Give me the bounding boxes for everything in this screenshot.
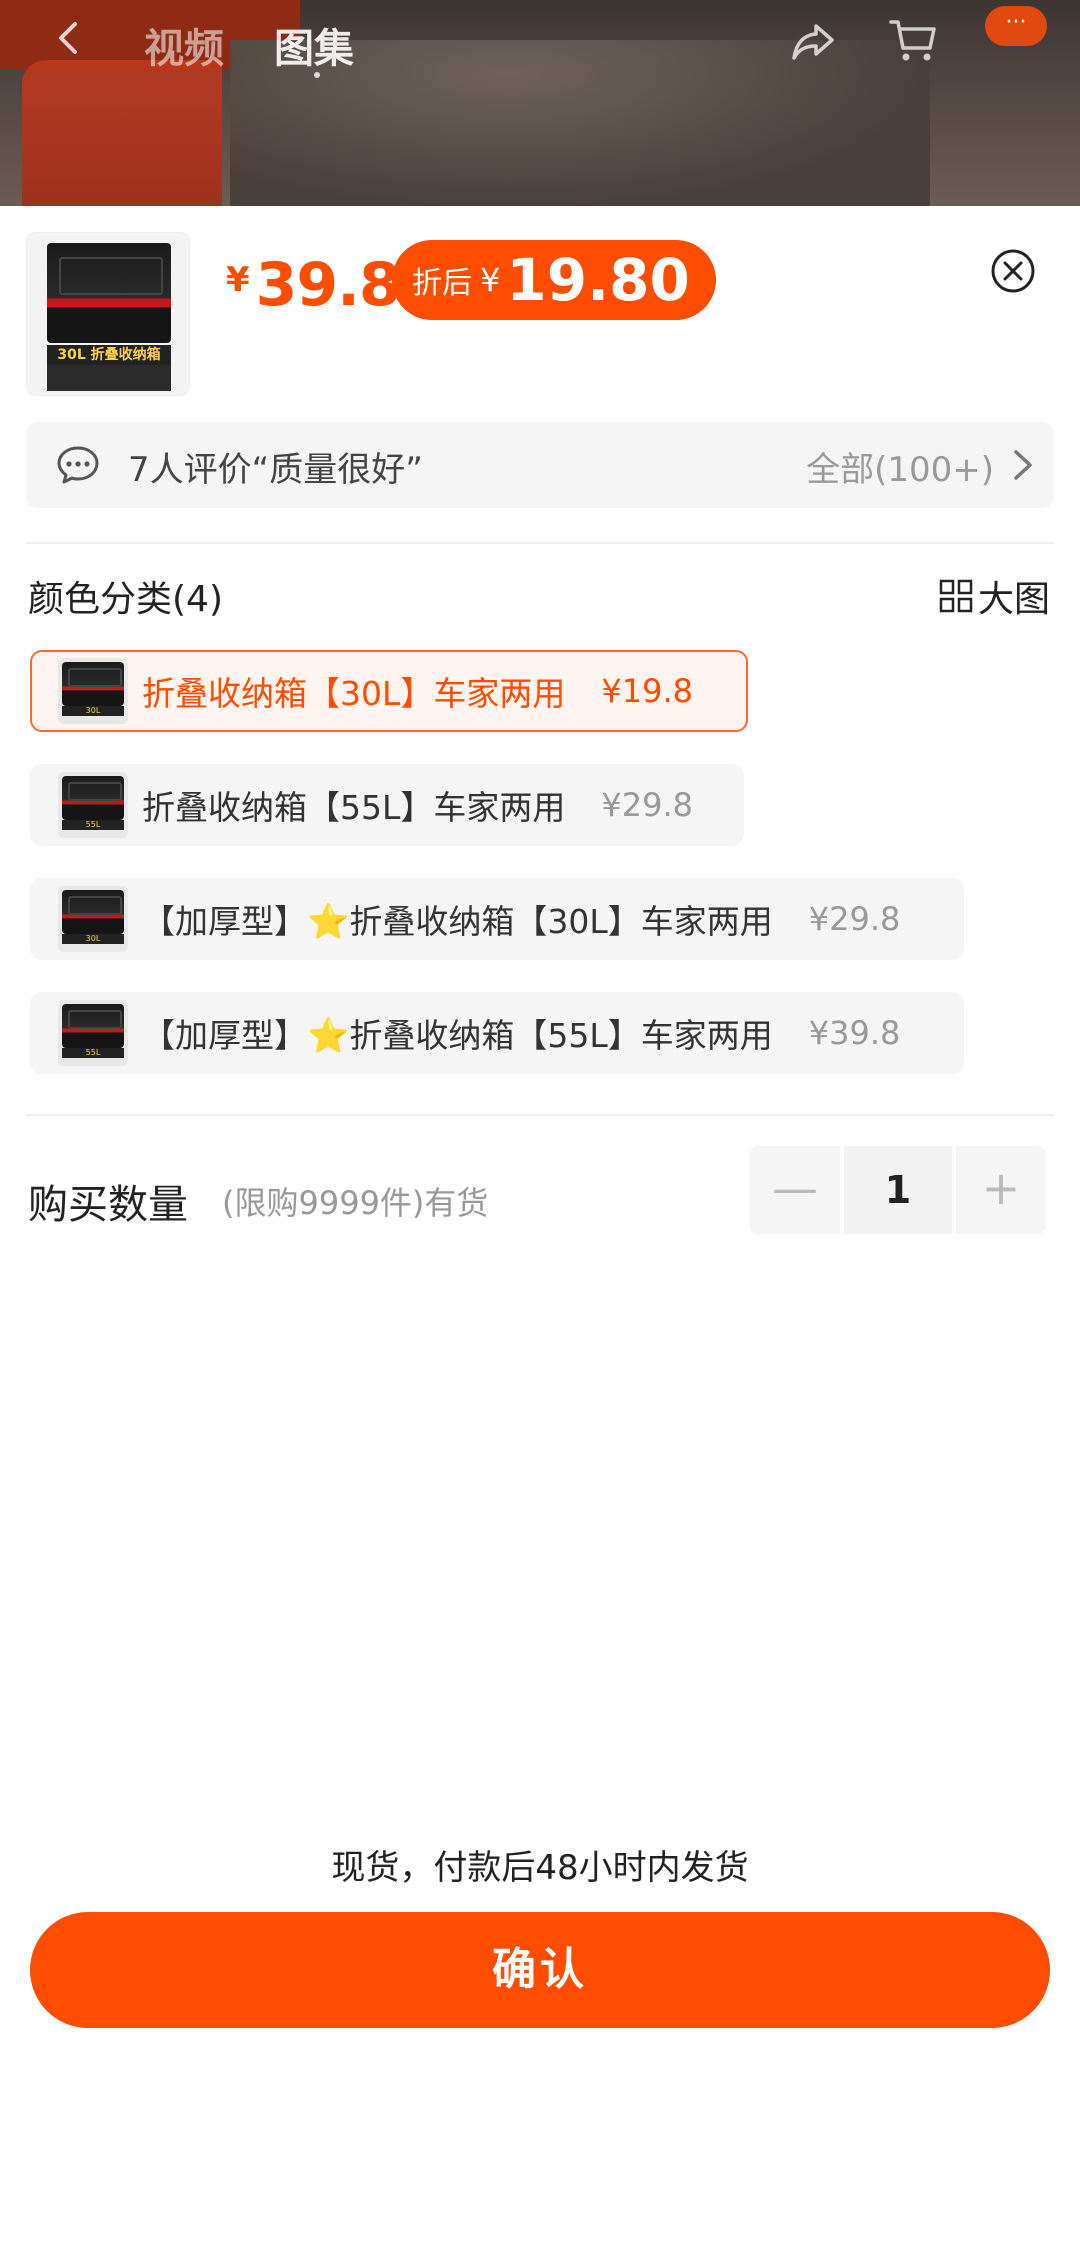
variant-name: 【加厚型】⭐折叠收纳箱【55L】车家两用 bbox=[142, 1009, 773, 1057]
big-image-toggle[interactable]: 大图 bbox=[938, 570, 1050, 622]
variant-thumbnail: 55L bbox=[58, 1000, 128, 1066]
shipping-note: 现货，付款后48小时内发货 bbox=[331, 1848, 749, 1888]
variant-option-55l[interactable]: 55L 折叠收纳箱【55L】车家两用 ¥29.8 bbox=[30, 764, 744, 846]
tab-video[interactable]: 视频 bbox=[144, 16, 224, 74]
variant-price: ¥29.8 bbox=[808, 900, 901, 938]
storage-box-image bbox=[62, 1004, 124, 1048]
quantity-increase-button[interactable]: + bbox=[956, 1146, 1046, 1234]
cart-icon bbox=[889, 20, 936, 61]
share-button[interactable] bbox=[790, 18, 836, 64]
quantity-stepper: — 1 + bbox=[750, 1146, 1046, 1234]
active-tab-indicator bbox=[314, 72, 320, 78]
more-menu-button[interactable]: ··· bbox=[985, 6, 1047, 46]
quantity-value[interactable]: 1 bbox=[844, 1146, 952, 1234]
variant-name-suffix: 折叠收纳箱【55L】车家两用 bbox=[349, 1016, 773, 1055]
watermark-logo: 值值值 bbox=[930, 2170, 1056, 2216]
variant-thumbnail: 55L bbox=[58, 772, 128, 838]
color-category-title: 颜色分类(4) bbox=[28, 579, 223, 620]
original-price: ¥39.8 bbox=[226, 250, 401, 320]
variant-option-30l[interactable]: 30L 折叠收纳箱【30L】车家两用 ¥19.8 bbox=[30, 650, 748, 732]
share-icon bbox=[792, 24, 834, 60]
section-divider bbox=[26, 542, 1054, 544]
top-navigation: 视频 图集 ··· bbox=[0, 0, 1080, 90]
thumbnail-caption-art: 30L bbox=[62, 934, 124, 944]
tab-gallery[interactable]: 图集 bbox=[274, 16, 354, 74]
thumbnail-caption-art: 30L bbox=[62, 706, 124, 716]
quantity-label: 购买数量 bbox=[28, 1182, 188, 1228]
site-watermark: 值值值 zhizhizhi.com bbox=[930, 2160, 1070, 2244]
variant-name-prefix: 【加厚型】 bbox=[142, 902, 307, 941]
storage-box-image bbox=[62, 890, 124, 934]
thumbnail-caption-art: 55L bbox=[62, 1048, 124, 1058]
chevron-right-icon bbox=[1014, 450, 1032, 480]
variant-option-thick-30l[interactable]: 30L 【加厚型】⭐折叠收纳箱【30L】车家两用 ¥29.8 bbox=[30, 878, 964, 960]
confirm-button[interactable]: 确认 bbox=[30, 1912, 1050, 2028]
big-image-label: 大图 bbox=[977, 579, 1050, 620]
thumbnail-caption-art: 55L bbox=[62, 820, 124, 830]
review-all-link[interactable]: 全部(100+) bbox=[806, 442, 994, 491]
discount-currency: ¥ bbox=[480, 261, 501, 299]
variant-name: 【加厚型】⭐折叠收纳箱【30L】车家两用 bbox=[142, 895, 773, 943]
quantity-limit-note: (限购9999件)有货 bbox=[222, 1184, 489, 1222]
review-highlight-text: 7人评价“质量很好” bbox=[128, 450, 423, 490]
currency-symbol: ¥ bbox=[226, 260, 250, 300]
back-button[interactable] bbox=[50, 18, 90, 58]
star-icon: ⭐ bbox=[307, 902, 350, 942]
review-summary-bar[interactable]: 7人评价“质量很好” 全部(100+) bbox=[26, 422, 1054, 508]
section-divider bbox=[26, 1114, 1054, 1116]
discount-label: 折后 bbox=[412, 266, 472, 301]
storage-box-image bbox=[47, 243, 171, 343]
variant-name-prefix: 【加厚型】 bbox=[142, 1016, 307, 1055]
thumbnail-caption-art: 30L 折叠收纳箱 bbox=[47, 345, 171, 365]
variant-price: ¥19.8 bbox=[601, 672, 693, 710]
close-button[interactable] bbox=[990, 248, 1036, 294]
cart-button[interactable] bbox=[888, 16, 938, 64]
close-circle-icon bbox=[991, 249, 1035, 293]
grid-view-icon bbox=[939, 579, 973, 613]
variant-thumbnail: 30L bbox=[58, 658, 128, 724]
back-arrow-icon bbox=[59, 22, 77, 54]
variant-option-thick-55l[interactable]: 55L 【加厚型】⭐折叠收纳箱【55L】车家两用 ¥39.8 bbox=[30, 992, 964, 1074]
variant-name: 折叠收纳箱【30L】车家两用 bbox=[142, 674, 566, 713]
variant-name: 折叠收纳箱【55L】车家两用 bbox=[142, 788, 566, 827]
product-thumbnail[interactable]: 30L 折叠收纳箱 bbox=[26, 232, 190, 396]
price-amount: 39.8 bbox=[255, 250, 401, 320]
more-dots-icon: ··· bbox=[1005, 10, 1027, 35]
star-icon: ⭐ bbox=[307, 1016, 350, 1056]
variant-price: ¥39.8 bbox=[808, 1014, 901, 1052]
thumbnail-caption-strip bbox=[47, 365, 171, 391]
storage-box-image bbox=[62, 662, 124, 706]
discount-price-amount: 19.80 bbox=[506, 246, 690, 314]
storage-box-image bbox=[62, 776, 124, 820]
quantity-decrease-button[interactable]: — bbox=[750, 1146, 840, 1234]
variant-price: ¥29.8 bbox=[601, 786, 693, 824]
watermark-url: zhizhizhi.com bbox=[930, 2216, 1052, 2235]
chat-bubble-icon bbox=[57, 446, 99, 484]
discount-price-badge: 折后 ¥ 19.80 bbox=[392, 240, 716, 320]
variant-name-suffix: 折叠收纳箱【30L】车家两用 bbox=[349, 902, 773, 941]
variant-thumbnail: 30L bbox=[58, 886, 128, 952]
